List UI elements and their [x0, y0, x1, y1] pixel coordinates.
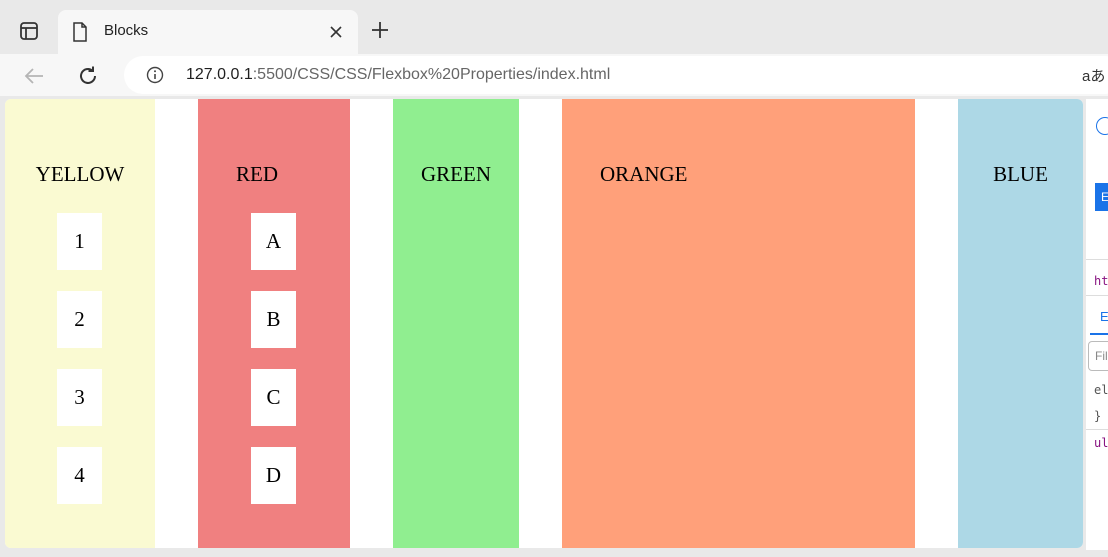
page-icon [73, 22, 87, 42]
list-item: B [251, 291, 296, 348]
new-tab-button[interactable] [366, 16, 394, 44]
url-text[interactable]: 127.0.0.1:5500/CSS/CSS/Flexbox%20Propert… [186, 66, 610, 84]
block-label: YELLOW [35, 162, 125, 186]
page-viewport: YELLOW 1 2 3 4 RED A B C D GREEN ORANGE … [5, 99, 1083, 548]
browser-toolbar: 127.0.0.1:5500/CSS/CSS/Flexbox%20Propert… [0, 54, 1108, 96]
back-arrow-icon [24, 68, 43, 84]
plus-icon [372, 22, 388, 38]
devtools-breadcrumb[interactable]: ht [1094, 274, 1108, 288]
code-line: el [1094, 383, 1108, 397]
read-aloud-button[interactable]: aあ [1082, 65, 1105, 86]
reload-button[interactable] [74, 62, 102, 90]
tab-title: Blocks [104, 22, 149, 39]
window-bottom-edge [0, 550, 1108, 557]
list-item: 1 [57, 213, 102, 270]
filter-input[interactable]: Fil [1088, 341, 1108, 371]
block-blue: BLUE [958, 99, 1083, 548]
address-bar[interactable]: 127.0.0.1:5500/CSS/CSS/Flexbox%20Propert… [124, 56, 1108, 94]
block-label: GREEN [421, 162, 491, 186]
block-yellow: YELLOW 1 2 3 4 [5, 99, 155, 548]
back-button[interactable] [20, 62, 48, 90]
url-path: :5500/CSS/CSS/Flexbox%20Properties/index… [252, 66, 611, 83]
divider [1086, 429, 1108, 430]
divider [1086, 259, 1108, 260]
block-label: BLUE [993, 162, 1048, 186]
list-item: D [251, 447, 296, 504]
info-icon[interactable] [1096, 117, 1108, 135]
list-item: A [251, 213, 296, 270]
block-green: GREEN [393, 99, 519, 548]
block-label: RED [236, 162, 278, 186]
divider [1086, 295, 1108, 296]
tab-strip: Blocks [0, 0, 1108, 54]
close-icon [330, 26, 342, 38]
url-host: 127.0.0.1 [186, 66, 253, 83]
code-line: } [1094, 409, 1102, 423]
code-line: ul [1094, 436, 1108, 450]
devtools-panel: E ht E Fil el } ul [1086, 99, 1108, 557]
tab-actions-button[interactable] [12, 14, 46, 48]
close-tab-button[interactable] [324, 20, 348, 44]
list-item: 4 [57, 447, 102, 504]
list-item: 2 [57, 291, 102, 348]
browser-tab-blocks[interactable]: Blocks [58, 10, 358, 54]
block-red: RED A B C D [198, 99, 350, 548]
info-icon[interactable] [146, 66, 164, 84]
list-item: C [251, 369, 296, 426]
list-item: 3 [57, 369, 102, 426]
block-orange: ORANGE [562, 99, 915, 548]
tab-actions-icon [20, 22, 38, 40]
reload-icon [80, 66, 96, 84]
tab-styles[interactable]: E [1090, 309, 1108, 335]
block-label: ORANGE [600, 162, 688, 186]
devtools-action-button[interactable]: E [1095, 183, 1108, 211]
